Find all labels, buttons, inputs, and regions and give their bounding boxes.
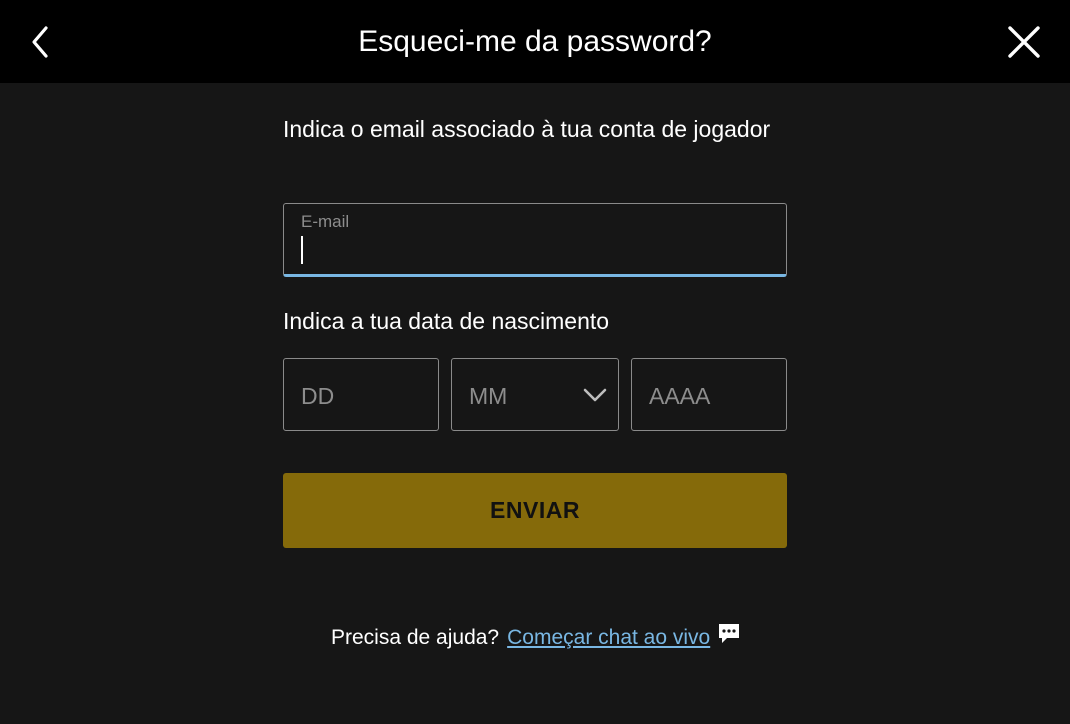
chat-bubble-icon[interactable] <box>717 622 741 646</box>
help-question: Precisa de ajuda? <box>331 626 500 649</box>
submit-button[interactable]: ENVIAR <box>283 473 787 548</box>
help-row: Precisa de ajuda? Começar chat ao vivo <box>331 624 710 652</box>
text-caret <box>301 236 303 264</box>
page-title: Esqueci-me da password? <box>358 25 712 58</box>
year-input[interactable]: AAAA <box>631 358 787 431</box>
day-input[interactable]: DD <box>283 358 439 431</box>
email-prompt: Indica o email associado à tua conta de … <box>283 116 771 142</box>
month-select[interactable]: MM <box>451 358 619 431</box>
year-placeholder: AAAA <box>649 383 711 409</box>
chevron-down-icon <box>583 388 607 402</box>
day-placeholder: DD <box>301 383 335 409</box>
email-field[interactable]: E-mail <box>283 203 787 277</box>
month-placeholder: MM <box>469 383 508 409</box>
close-icon <box>1008 26 1040 58</box>
dob-prompt: Indica a tua data de nascimento <box>283 308 610 334</box>
close-button[interactable] <box>1002 22 1046 62</box>
header-bar: Esqueci-me da password? <box>0 0 1070 83</box>
email-floating-label: E-mail <box>301 212 350 231</box>
live-chat-link[interactable]: Começar chat ao vivo <box>507 626 710 649</box>
